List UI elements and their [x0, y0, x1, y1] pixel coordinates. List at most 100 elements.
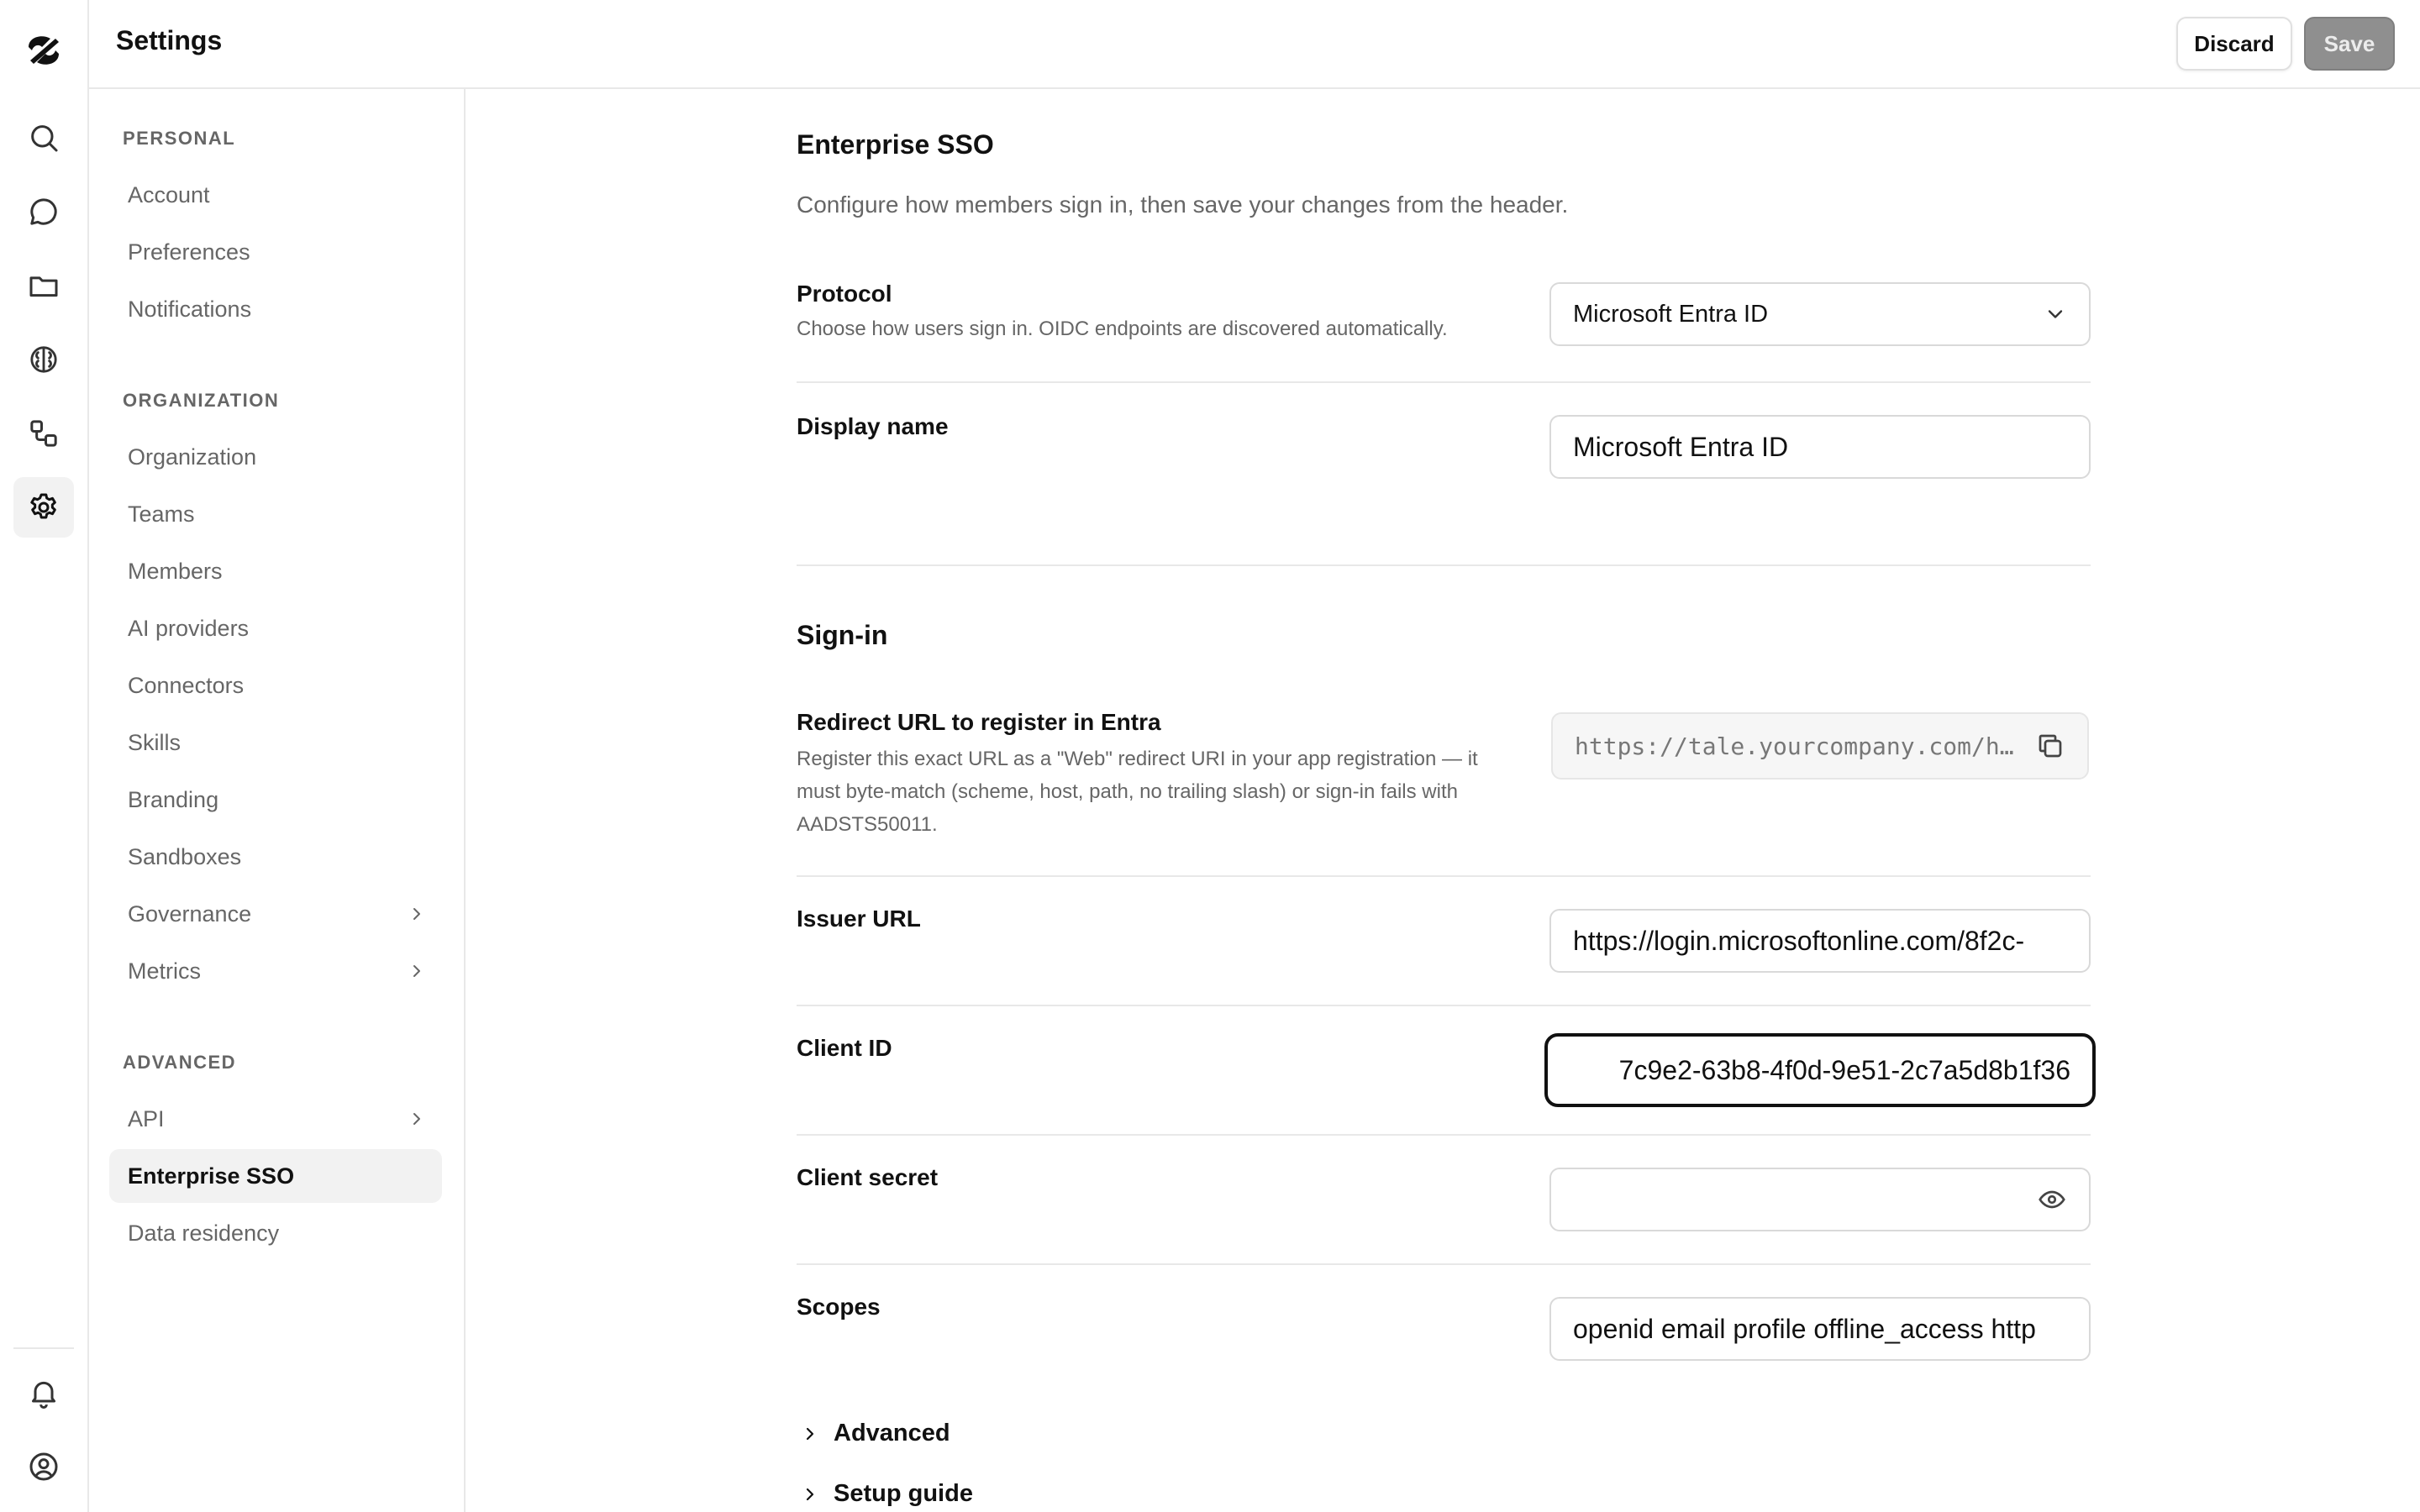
bell-icon: [32, 1381, 55, 1409]
rail-chat-button[interactable]: [13, 181, 74, 242]
nav-item-label: Sandboxes: [128, 843, 242, 869]
save-button[interactable]: Save: [2304, 17, 2395, 71]
nav-item-skills[interactable]: Skills: [109, 716, 442, 769]
chevron-down-icon: [2048, 310, 2063, 318]
nav-item-connectors[interactable]: Connectors: [109, 659, 442, 712]
settings-nav: PERSONAL Account Preferences Notificatio…: [89, 89, 466, 1512]
nav-item-label: Skills: [128, 729, 182, 755]
section-subtitle: Configure how members sign in, then save…: [797, 192, 1569, 218]
rail-brain-button[interactable]: [13, 329, 74, 390]
folder-icon: [29, 276, 58, 297]
protocol-selected-value: Microsoft Entra ID: [1573, 300, 1769, 328]
nav-item-notifications[interactable]: Notifications: [109, 282, 442, 336]
setup-guide-toggle[interactable]: Setup guide: [802, 1480, 973, 1508]
gear-icon: [30, 493, 56, 519]
discard-button[interactable]: Discard: [2176, 17, 2292, 71]
rail-divider: [13, 1347, 74, 1349]
workflow-icon: [30, 420, 57, 447]
client-secret-label: Client secret: [797, 1164, 939, 1190]
nav-item-label: Connectors: [128, 672, 245, 698]
redirect-url-description: Register this exact URL as a "Web" redir…: [797, 748, 1478, 836]
issuer-url-label: Issuer URL: [797, 906, 921, 932]
rail-notifications-button[interactable]: [13, 1362, 74, 1423]
setup-guide-label: Setup guide: [834, 1480, 973, 1507]
client-secret-input[interactable]: [1549, 1168, 2091, 1231]
issuer-url-input[interactable]: https://login.microsoftonline.com/8f2c-: [1549, 909, 2091, 973]
brain-icon: [30, 346, 57, 373]
nav-item-enterprise-sso[interactable]: Enterprise SSO: [109, 1149, 442, 1203]
nav-section-personal: PERSONAL: [123, 128, 236, 149]
app-logo-icon[interactable]: [22, 29, 66, 72]
nav-item-label: AI providers: [128, 615, 250, 641]
nav-item-label: Preferences: [128, 239, 250, 265]
chevron-right-icon: [806, 1488, 814, 1500]
nav-item-label: Members: [128, 558, 223, 584]
divider: [797, 1134, 2091, 1136]
nav-item-label: Metrics: [128, 958, 201, 984]
rail-profile-button[interactable]: [13, 1436, 74, 1497]
page-title: Settings: [116, 25, 223, 55]
chevron-right-icon: [413, 908, 420, 920]
nav-item-label: Notifications: [128, 296, 252, 322]
nav-item-label: Teams: [128, 501, 195, 527]
sso-settings-panel: Enterprise SSO Configure how members sig…: [466, 89, 2420, 1512]
top-header: Settings Discard Save: [89, 0, 2420, 89]
chevron-right-icon: [806, 1427, 814, 1440]
nav-item-label: Data residency: [128, 1220, 280, 1246]
display-name-input[interactable]: Microsoft Entra ID: [1549, 415, 2091, 479]
redirect-url-label: Redirect URL to register in Entra: [797, 709, 1161, 735]
divider: [797, 564, 2091, 566]
redirect-url-field: https://tale.yourcompany.com/ht…: [1551, 712, 2089, 780]
display-name-value: Microsoft Entra ID: [1573, 431, 1789, 462]
divider: [797, 875, 2091, 877]
advanced-label: Advanced: [834, 1420, 950, 1446]
nav-section-advanced: ADVANCED: [123, 1052, 237, 1073]
user-circle-icon: [29, 1452, 58, 1481]
nav-item-teams[interactable]: Teams: [109, 487, 442, 541]
signin-section-title: Sign-in: [797, 620, 888, 650]
chevron-right-icon: [413, 1113, 420, 1125]
nav-item-label: API: [128, 1105, 165, 1131]
issuer-url-value: https://login.microsoftonline.com/8f2c-: [1573, 925, 2025, 956]
nav-item-label: Account: [128, 181, 210, 207]
nav-item-members[interactable]: Members: [109, 544, 442, 598]
protocol-select[interactable]: Microsoft Entra ID: [1549, 282, 2091, 346]
nav-item-account[interactable]: Account: [109, 168, 442, 222]
client-id-value: 7c9e2-63b8-4f0d-9e51-2c7a5d8b1f36: [1618, 1054, 2070, 1085]
protocol-label: Protocol: [797, 281, 892, 307]
rail-files-button[interactable]: [13, 255, 74, 316]
rail-search-button[interactable]: [13, 108, 74, 168]
client-id-label: Client ID: [797, 1035, 892, 1061]
protocol-description: Choose how users sign in. OIDC endpoints…: [797, 318, 1448, 340]
redirect-url-value: https://tale.yourcompany.com/ht…: [1575, 732, 2023, 760]
nav-item-metrics[interactable]: Metrics: [109, 944, 442, 998]
chevron-right-icon: [413, 965, 420, 977]
rail-workflows-button[interactable]: [13, 403, 74, 464]
scopes-label: Scopes: [797, 1294, 881, 1320]
nav-item-data-residency[interactable]: Data residency: [109, 1206, 442, 1260]
nav-item-sandboxes[interactable]: Sandboxes: [109, 830, 442, 884]
nav-section-organization: ORGANIZATION: [123, 390, 280, 411]
section-title: Enterprise SSO: [797, 129, 994, 160]
rail-settings-button[interactable]: [13, 477, 74, 538]
advanced-toggle[interactable]: Advanced: [802, 1420, 950, 1447]
chat-icon: [30, 198, 57, 225]
divider: [797, 1263, 2091, 1265]
nav-item-label: Enterprise SSO: [128, 1163, 295, 1189]
copy-icon[interactable]: [2035, 731, 2065, 761]
nav-item-label: Branding: [128, 786, 219, 812]
nav-item-api[interactable]: API: [109, 1092, 442, 1146]
nav-item-governance[interactable]: Governance: [109, 887, 442, 941]
client-id-input[interactable]: 7c9e2-63b8-4f0d-9e51-2c7a5d8b1f36: [1544, 1033, 2096, 1107]
nav-item-branding[interactable]: Branding: [109, 773, 442, 827]
nav-item-preferences[interactable]: Preferences: [109, 225, 442, 279]
display-name-label: Display name: [797, 413, 949, 439]
scopes-value: openid email profile offline_access http: [1573, 1313, 2036, 1344]
divider: [797, 381, 2091, 383]
nav-item-label: Organization: [128, 444, 257, 470]
scopes-input[interactable]: openid email profile offline_access http: [1549, 1297, 2091, 1361]
eye-icon[interactable]: [2037, 1184, 2067, 1215]
nav-item-organization[interactable]: Organization: [109, 430, 442, 484]
nav-item-ai-providers[interactable]: AI providers: [109, 601, 442, 655]
search-icon: [31, 125, 58, 152]
